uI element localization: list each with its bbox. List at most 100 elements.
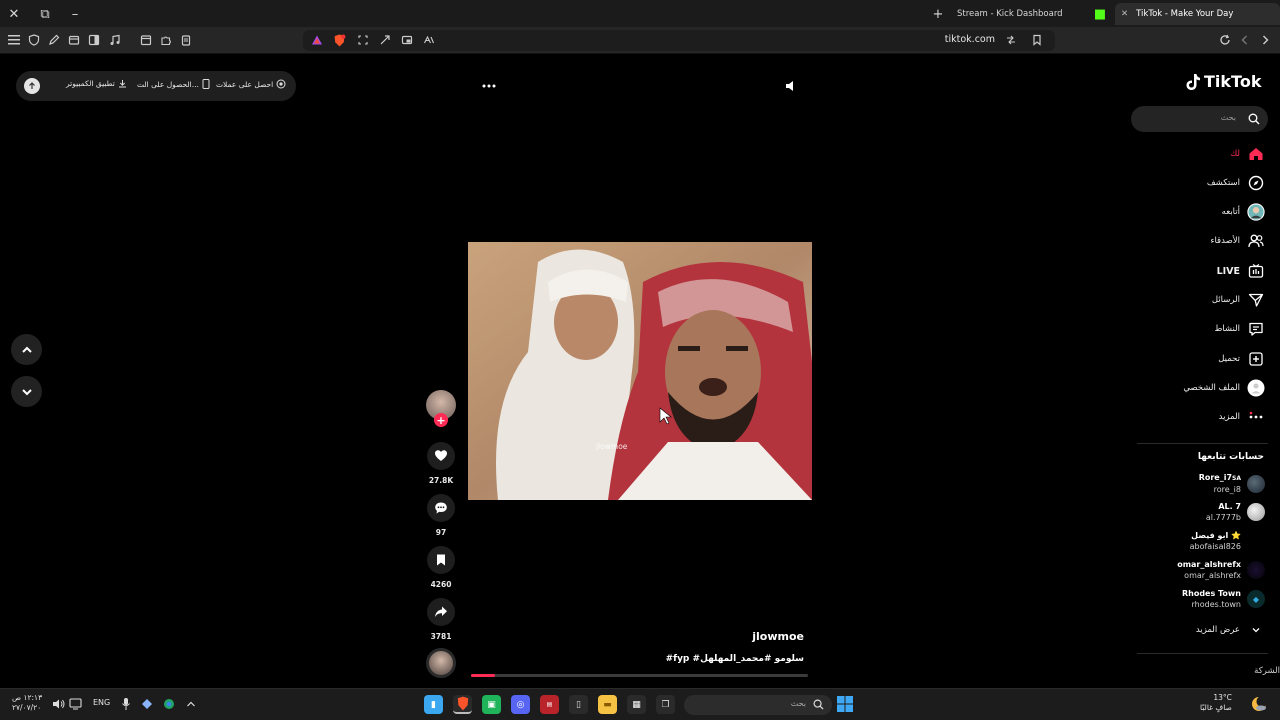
followed-account[interactable]: Rhodes Town rhodes.town ◆ — [1182, 588, 1265, 610]
taskbar-search-input[interactable]: بحث — [684, 695, 832, 715]
sidebar-item-for-you[interactable]: لك — [1230, 144, 1265, 164]
video-caption[interactable]: #fyp #سلومو #محمد_المهلهل — [666, 654, 804, 664]
window-icon[interactable] — [66, 32, 82, 48]
reload-icon[interactable] — [1217, 32, 1233, 48]
minimize-window-icon[interactable]: – — [66, 5, 84, 23]
see-more-link[interactable]: عرض المزيد — [1196, 620, 1265, 640]
address-bar[interactable]: tiktok.com — [303, 30, 1055, 51]
video-player[interactable]: jlowmoe — [468, 242, 812, 500]
bookmark-icon[interactable] — [1029, 32, 1045, 48]
store-icon[interactable]: ▦ — [627, 695, 646, 714]
sidebar-item-label: الأصدقاء — [1210, 236, 1240, 246]
network-icon[interactable] — [69, 698, 82, 710]
previous-video-button[interactable] — [11, 334, 42, 365]
search-input[interactable]: بحث — [1131, 106, 1268, 132]
back-icon[interactable] — [1237, 32, 1253, 48]
microphone-icon[interactable] — [121, 697, 131, 711]
close-window-icon[interactable]: ✕ — [5, 5, 23, 23]
mouse-app-icon[interactable]: ▯ — [569, 695, 588, 714]
sidebar-item-explore[interactable]: استكشف — [1207, 173, 1265, 193]
share-button[interactable]: 3781 — [426, 598, 456, 641]
logo-text: TikTok — [1204, 72, 1262, 91]
site-permissions-icon[interactable] — [1003, 32, 1019, 48]
chevron-down-icon — [21, 388, 32, 395]
chevron-up-icon — [21, 346, 32, 353]
like-button[interactable]: 27.8K — [426, 442, 456, 485]
sidebar-item-friends[interactable]: الأصدقاء — [1210, 231, 1265, 251]
clock-time: ١٢:١٣ ص — [12, 693, 43, 702]
sidebar-icon[interactable] — [86, 32, 102, 48]
sidebar-item-profile[interactable]: الملف الشخصي — [1183, 378, 1265, 398]
comment-count: 97 — [435, 528, 447, 537]
calendar-icon[interactable] — [138, 32, 154, 48]
whatsapp-icon[interactable]: ▣ — [482, 695, 501, 714]
new-tab-icon[interactable]: + — [929, 5, 947, 23]
sidebar-item-following[interactable]: أتابعه — [1222, 202, 1265, 222]
pen-icon[interactable] — [46, 32, 62, 48]
sidebar-item-label: الرسائل — [1211, 295, 1240, 305]
speaker-icon[interactable] — [52, 698, 66, 710]
brave-shields-icon[interactable] — [331, 32, 347, 48]
screenshot-icon[interactable] — [355, 32, 371, 48]
menu-icon[interactable] — [6, 32, 22, 48]
followed-account[interactable]: ابو فيصل ⭐ abofaisal826 — [1190, 530, 1265, 552]
sidebar-item-activity[interactable]: النشاط — [1214, 319, 1265, 339]
sidebar-item-label: النشاط — [1214, 324, 1240, 334]
forward-icon[interactable] — [1257, 32, 1273, 48]
company-link[interactable]: الشركة — [1254, 666, 1280, 676]
translate-icon[interactable] — [421, 32, 437, 48]
sidebar-item-label: LIVE — [1216, 265, 1240, 277]
picture-in-picture-icon[interactable] — [399, 32, 415, 48]
sound-disc-button[interactable] — [426, 648, 456, 678]
clock[interactable]: ١٢:١٣ ص ٢٧/٠٧/٢٠ — [12, 693, 42, 713]
volume-icon[interactable] — [783, 78, 799, 94]
extensions-icon[interactable] — [158, 32, 174, 48]
get-app-link[interactable]: الحصول على الت... — [137, 79, 210, 89]
upload-arrow-icon[interactable] — [24, 78, 40, 94]
sidebar-item-live[interactable]: LIVE — [1217, 261, 1265, 281]
chevron-up-icon[interactable] — [185, 698, 197, 710]
creator-avatar-button[interactable]: + — [426, 390, 456, 427]
task-view-icon[interactable]: ❐ — [656, 695, 675, 714]
security-tray-icon[interactable] — [163, 698, 175, 710]
app-icon-explorer-alt[interactable]: ▮ — [424, 695, 443, 714]
more-options-icon[interactable] — [481, 78, 497, 94]
restore-window-icon[interactable]: ⧉ — [36, 5, 54, 23]
desktop-app-link[interactable]: تطبيق الكمبيوتر — [66, 79, 127, 88]
sidebar-item-upload[interactable]: تحميل — [1218, 349, 1265, 369]
get-coins-link[interactable]: احصل على عملات — [216, 79, 286, 89]
share-icon[interactable] — [377, 32, 393, 48]
close-tab-icon[interactable]: ✕ — [1121, 9, 1128, 19]
followed-account[interactable]: omar_alshrefx omar_alshrefx — [1177, 559, 1265, 581]
weather-temp: 13°C — [1213, 693, 1232, 702]
save-button[interactable]: 4260 — [426, 546, 456, 589]
tab-tiktok[interactable]: ✕ TikTok - Make Your Day — [1115, 3, 1280, 25]
browser-toolbar: tiktok.com — [0, 27, 1280, 54]
followed-account[interactable]: Rore_i7SA rore_i8 — [1199, 472, 1265, 495]
video-progress-bar[interactable] — [471, 674, 808, 677]
weather-widget[interactable]: 13°C صافٍ غالبًا — [1200, 693, 1232, 713]
sidebar-item-messages[interactable]: الرسائل — [1212, 290, 1265, 310]
share-arrow-icon — [427, 598, 455, 626]
windows-start-icon[interactable] — [836, 695, 854, 713]
warning-triangle-icon[interactable] — [309, 32, 325, 48]
clipboard-icon[interactable] — [178, 32, 194, 48]
file-explorer-icon[interactable]: ▬ — [598, 695, 617, 714]
tab-kick-dashboard[interactable]: Stream - Kick Dashboard — [951, 3, 1069, 25]
steam-tray-icon[interactable] — [141, 698, 153, 710]
app-icon-red[interactable]: ▤ — [540, 695, 559, 714]
search-icon[interactable] — [1248, 113, 1260, 125]
brave-browser-icon[interactable] — [453, 695, 472, 714]
language-indicator[interactable]: ENG — [93, 698, 110, 707]
music-icon[interactable] — [107, 32, 123, 48]
sidebar-item-more[interactable]: المزيد — [1219, 407, 1265, 427]
tiktok-logo[interactable]: TikTok — [1185, 72, 1261, 91]
next-video-button[interactable] — [11, 376, 42, 407]
followed-account[interactable]: AL. 7 al.7777b — [1206, 501, 1265, 523]
follow-plus-icon[interactable]: + — [434, 413, 448, 427]
video-watermark: jlowmoe — [596, 442, 628, 451]
comment-button[interactable]: 97 — [426, 494, 456, 537]
discord-icon[interactable]: ◎ — [511, 695, 530, 714]
video-author[interactable]: jlowmoe — [752, 630, 804, 643]
shield-icon[interactable] — [26, 32, 42, 48]
